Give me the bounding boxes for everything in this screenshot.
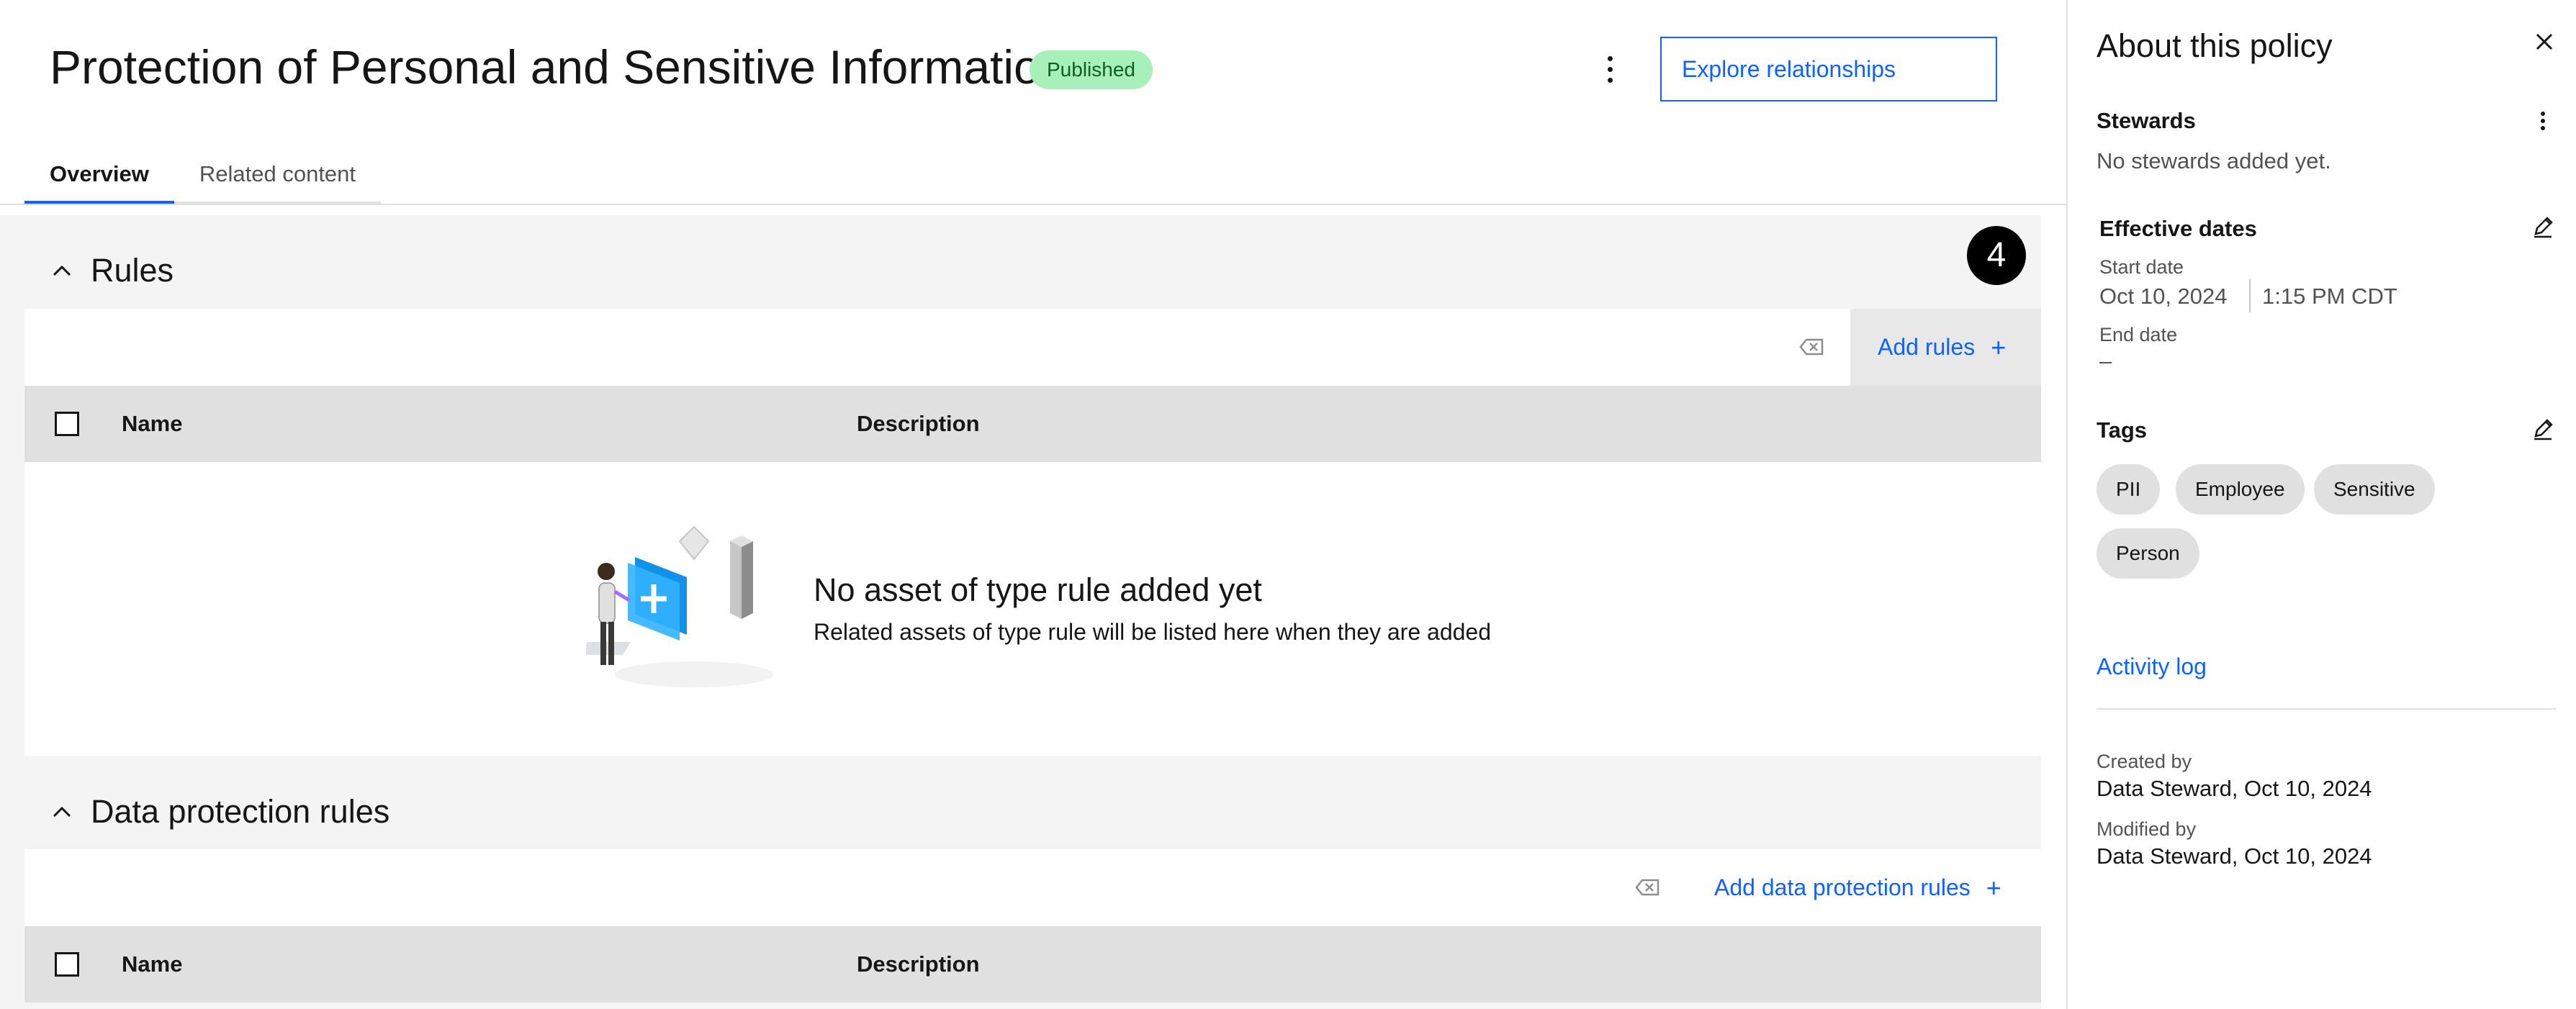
activity-log-link[interactable]: Activity log xyxy=(2097,653,2207,680)
tags-heading: Tags xyxy=(2097,417,2148,443)
rules-toolbar: Add rules + xyxy=(24,309,2041,386)
content-top-gap xyxy=(0,205,2066,215)
edit-icon[interactable] xyxy=(2528,415,2557,443)
tag-chip[interactable]: Person xyxy=(2097,528,2199,579)
modified-by-label: Modified by xyxy=(2097,818,2197,840)
end-date-label: End date xyxy=(2099,324,2178,345)
rules-table-header: Name Description xyxy=(24,386,2041,462)
clear-filter-icon[interactable] xyxy=(1796,331,1827,363)
select-all-checkbox[interactable] xyxy=(55,952,79,977)
tag-chip[interactable]: PII xyxy=(2097,464,2161,515)
step-marker-badge: 4 xyxy=(1967,226,2026,285)
start-date-label: Start date xyxy=(2099,256,2184,278)
content-right-gap xyxy=(2041,205,2066,1009)
data-protection-rules-table-header: Name Description xyxy=(24,926,2041,1003)
close-icon[interactable] xyxy=(2528,26,2560,58)
page-title: Protection of Personal and Sensitive Inf… xyxy=(50,40,1067,94)
tab-related-content[interactable]: Related content xyxy=(174,151,382,204)
rules-section-header[interactable]: Rules xyxy=(48,252,174,289)
created-by-label: Created by xyxy=(2097,751,2192,772)
main-content: Protection of Personal and Sensitive Inf… xyxy=(0,0,2066,1009)
about-policy-panel: About this policy Stewards No stewards a… xyxy=(2066,0,2576,1009)
column-header-description: Description xyxy=(857,951,980,977)
add-icon: + xyxy=(1986,872,2001,902)
tab-list: Overview Related content xyxy=(24,151,382,204)
panel-title: About this policy xyxy=(2097,27,2333,64)
data-protection-rules-section-title: Data protection rules xyxy=(91,793,390,830)
tag-chip[interactable]: Employee xyxy=(2176,464,2305,515)
rules-section-title: Rules xyxy=(91,252,174,289)
add-rules-button[interactable]: Add rules + xyxy=(1850,309,2041,386)
chevron-up-icon xyxy=(48,256,76,285)
empty-state-subtitle: Related assets of type rule will be list… xyxy=(814,619,1491,645)
effective-dates-heading: Effective dates xyxy=(2099,216,2257,241)
end-date-value: – xyxy=(2099,348,2112,374)
panel-divider xyxy=(2097,708,2556,710)
stewards-empty-text: No stewards added yet. xyxy=(2097,148,2331,173)
chevron-up-icon xyxy=(48,797,76,826)
date-time-separator xyxy=(2249,279,2251,312)
add-data-protection-rules-label: Add data protection rules xyxy=(1714,874,1971,900)
modified-by-value: Data Steward, Oct 10, 2024 xyxy=(2097,843,2372,869)
created-by-value: Data Steward, Oct 10, 2024 xyxy=(2097,776,2372,801)
column-header-name: Name xyxy=(122,411,183,436)
empty-state-title: No asset of type rule added yet xyxy=(814,571,1262,608)
edit-icon[interactable] xyxy=(2528,212,2557,241)
tab-overview[interactable]: Overview xyxy=(24,151,174,204)
column-header-description: Description xyxy=(857,411,980,436)
rules-empty-state: No asset of type rule added yet Related … xyxy=(24,462,2041,756)
overflow-menu-vertical-icon[interactable] xyxy=(2528,107,2557,135)
clear-filter-icon[interactable] xyxy=(1631,872,1663,903)
column-header-name: Name xyxy=(122,951,183,977)
status-badge: Published xyxy=(1030,50,1153,89)
tag-chip[interactable]: Sensitive xyxy=(2314,464,2435,515)
data-protection-rules-toolbar: Add data protection rules + xyxy=(24,849,2041,926)
start-date-value: Oct 10, 2024 xyxy=(2099,284,2228,309)
add-icon: + xyxy=(1991,332,2007,362)
add-data-protection-rules-button[interactable]: Add data protection rules + xyxy=(1714,849,2001,926)
explore-relationships-button[interactable]: Explore relationships xyxy=(1660,37,1997,101)
data-protection-rules-section-header[interactable]: Data protection rules xyxy=(48,793,389,831)
overflow-menu-vertical-icon[interactable] xyxy=(1591,50,1629,88)
add-rules-label: Add rules xyxy=(1878,334,1976,360)
select-all-checkbox[interactable] xyxy=(55,412,79,436)
empty-state-illustration xyxy=(586,525,773,687)
start-time-value: 1:15 PM CDT xyxy=(2262,284,2397,309)
stewards-heading: Stewards xyxy=(2097,108,2196,133)
